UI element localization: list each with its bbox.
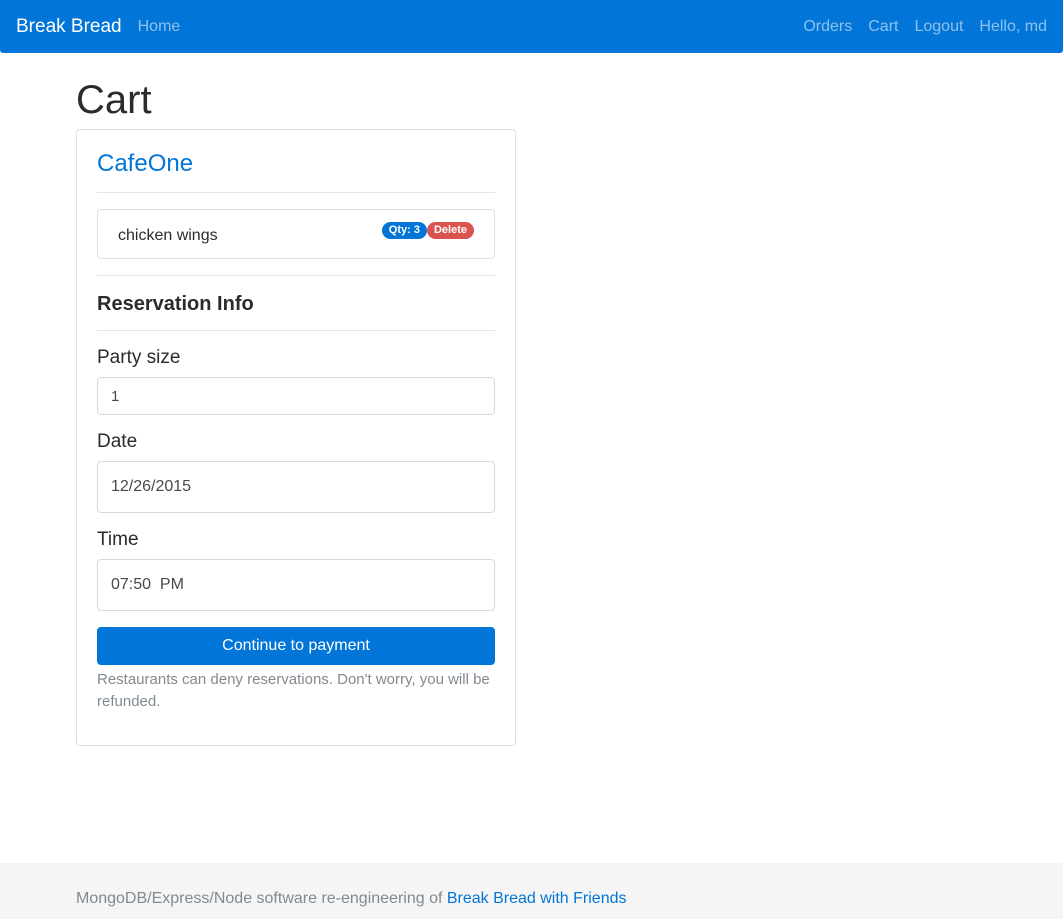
cart-item-name: chicken wings: [118, 227, 218, 244]
restaurant-name-link[interactable]: CafeOne: [97, 150, 193, 179]
delete-item-button[interactable]: Delete: [426, 222, 474, 239]
page-title: Cart: [76, 78, 152, 122]
reservation-heading: Reservation Info: [97, 293, 254, 315]
reservation-note: Restaurants can deny reservations. Don't…: [97, 671, 490, 710]
time-input[interactable]: [97, 559, 495, 611]
cart-item-row: chicken wings Qty: 3 Delete: [97, 209, 495, 259]
top-navbar: Break Bread Home Orders Cart Logout Hell…: [0, 0, 1063, 53]
date-label: Date: [97, 431, 138, 452]
nav-orders-link[interactable]: Orders: [803, 18, 852, 36]
footer-link[interactable]: Break Bread with Friends: [447, 890, 627, 907]
divider: [97, 275, 495, 276]
party-size-input[interactable]: [97, 377, 495, 415]
nav-right-group: Orders Cart Logout Hello, md: [803, 18, 1047, 36]
footer-text: MongoDB/Express/Node software re-enginee…: [76, 890, 447, 907]
cart-card: CafeOne chicken wings Qty: 3 Delete Rese…: [76, 129, 516, 746]
divider: [97, 330, 495, 331]
cart-item-badges: Qty: 3 Delete: [381, 222, 474, 239]
nav-user-greeting[interactable]: Hello, md: [979, 18, 1047, 36]
nav-home-link[interactable]: Home: [138, 18, 181, 36]
continue-to-payment-button[interactable]: Continue to payment: [97, 627, 495, 665]
qty-badge: Qty: 3: [381, 222, 427, 239]
party-size-label: Party size: [97, 347, 181, 368]
nav-logout-link[interactable]: Logout: [914, 18, 963, 36]
date-input[interactable]: [97, 461, 495, 513]
time-label: Time: [97, 529, 139, 550]
brand-link[interactable]: Break Bread: [16, 16, 122, 38]
page-footer: MongoDB/Express/Node software re-enginee…: [0, 863, 1063, 919]
nav-cart-link[interactable]: Cart: [868, 18, 898, 36]
divider: [97, 192, 495, 193]
